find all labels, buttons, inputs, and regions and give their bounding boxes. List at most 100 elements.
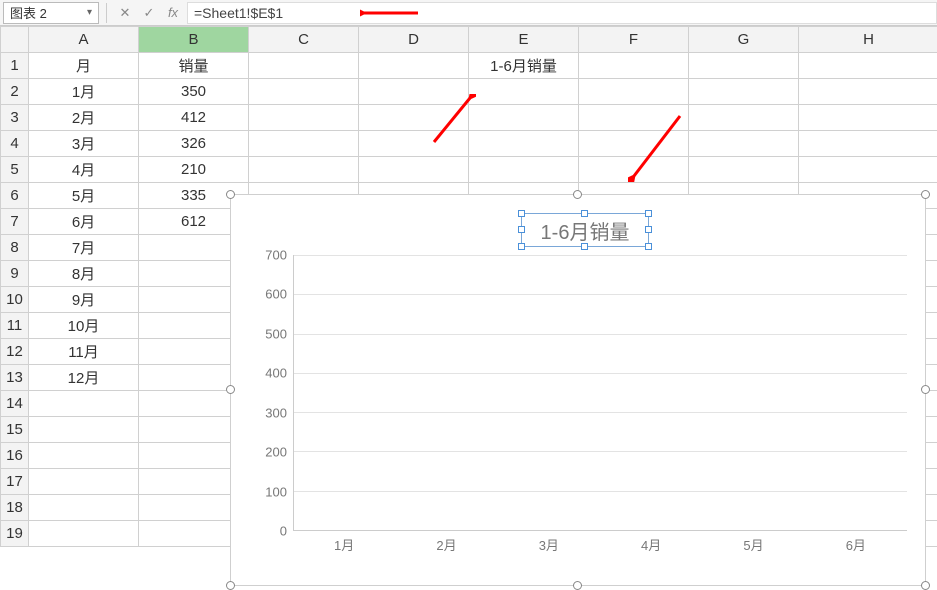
cell-C2[interactable] bbox=[249, 79, 359, 105]
fx-icon[interactable]: fx bbox=[163, 5, 183, 20]
column-header-F[interactable]: F bbox=[579, 27, 689, 53]
cell-A12[interactable]: 11月 bbox=[29, 339, 139, 365]
row-header-10[interactable]: 10 bbox=[1, 287, 29, 313]
column-header-B[interactable]: B bbox=[139, 27, 249, 53]
resize-handle-se[interactable] bbox=[921, 581, 930, 590]
cell-A14[interactable] bbox=[29, 391, 139, 417]
spreadsheet-grid[interactable]: ABCDEFGH1月销量1-6月销量21月35032月41243月32654月2… bbox=[0, 26, 937, 547]
title-handle-sw[interactable] bbox=[518, 243, 525, 250]
row-header-6[interactable]: 6 bbox=[1, 183, 29, 209]
row-header-8[interactable]: 8 bbox=[1, 235, 29, 261]
cell-A18[interactable] bbox=[29, 495, 139, 521]
cell-H5[interactable] bbox=[799, 157, 937, 183]
cell-E5[interactable] bbox=[469, 157, 579, 183]
column-header-C[interactable]: C bbox=[249, 27, 359, 53]
cell-H3[interactable] bbox=[799, 105, 937, 131]
cell-C3[interactable] bbox=[249, 105, 359, 131]
cell-A19[interactable] bbox=[29, 521, 139, 547]
cell-C4[interactable] bbox=[249, 131, 359, 157]
title-handle-s[interactable] bbox=[581, 243, 588, 250]
column-header-D[interactable]: D bbox=[359, 27, 469, 53]
formula-input[interactable]: =Sheet1!$E$1 bbox=[187, 2, 937, 24]
cell-B2[interactable]: 350 bbox=[139, 79, 249, 105]
cell-D4[interactable] bbox=[359, 131, 469, 157]
row-header-18[interactable]: 18 bbox=[1, 495, 29, 521]
row-header-19[interactable]: 19 bbox=[1, 521, 29, 547]
column-header-A[interactable]: A bbox=[29, 27, 139, 53]
row-header-11[interactable]: 11 bbox=[1, 313, 29, 339]
cell-A17[interactable] bbox=[29, 469, 139, 495]
resize-handle-sw[interactable] bbox=[226, 581, 235, 590]
title-handle-e[interactable] bbox=[645, 226, 652, 233]
dropdown-icon[interactable]: ▾ bbox=[87, 7, 92, 18]
resize-handle-nw[interactable] bbox=[226, 190, 235, 199]
row-header-3[interactable]: 3 bbox=[1, 105, 29, 131]
cell-G2[interactable] bbox=[689, 79, 799, 105]
title-handle-nw[interactable] bbox=[518, 210, 525, 217]
row-header-1[interactable]: 1 bbox=[1, 53, 29, 79]
title-handle-se[interactable] bbox=[645, 243, 652, 250]
cell-H1[interactable] bbox=[799, 53, 937, 79]
title-handle-w[interactable] bbox=[518, 226, 525, 233]
cell-A2[interactable]: 1月 bbox=[29, 79, 139, 105]
cell-E2[interactable] bbox=[469, 79, 579, 105]
cell-D5[interactable] bbox=[359, 157, 469, 183]
resize-handle-e[interactable] bbox=[921, 385, 930, 394]
cell-A4[interactable]: 3月 bbox=[29, 131, 139, 157]
cell-D3[interactable] bbox=[359, 105, 469, 131]
resize-handle-w[interactable] bbox=[226, 385, 235, 394]
cell-A6[interactable]: 5月 bbox=[29, 183, 139, 209]
cell-D1[interactable] bbox=[359, 53, 469, 79]
column-header-G[interactable]: G bbox=[689, 27, 799, 53]
row-header-17[interactable]: 17 bbox=[1, 469, 29, 495]
cell-F3[interactable] bbox=[579, 105, 689, 131]
row-header-15[interactable]: 15 bbox=[1, 417, 29, 443]
row-header-14[interactable]: 14 bbox=[1, 391, 29, 417]
row-header-9[interactable]: 9 bbox=[1, 261, 29, 287]
row-header-2[interactable]: 2 bbox=[1, 79, 29, 105]
cell-E1[interactable]: 1-6月销量 bbox=[469, 53, 579, 79]
row-header-7[interactable]: 7 bbox=[1, 209, 29, 235]
cell-E4[interactable] bbox=[469, 131, 579, 157]
cell-H4[interactable] bbox=[799, 131, 937, 157]
cancel-icon[interactable]: ✕ bbox=[115, 5, 135, 21]
cell-F4[interactable] bbox=[579, 131, 689, 157]
resize-handle-ne[interactable] bbox=[921, 190, 930, 199]
enter-icon[interactable]: ✓ bbox=[139, 5, 159, 21]
title-handle-n[interactable] bbox=[581, 210, 588, 217]
cell-B4[interactable]: 326 bbox=[139, 131, 249, 157]
row-header-12[interactable]: 12 bbox=[1, 339, 29, 365]
title-handle-ne[interactable] bbox=[645, 210, 652, 217]
cell-B3[interactable]: 412 bbox=[139, 105, 249, 131]
cell-F1[interactable] bbox=[579, 53, 689, 79]
cell-H2[interactable] bbox=[799, 79, 937, 105]
row-header-16[interactable]: 16 bbox=[1, 443, 29, 469]
column-header-E[interactable]: E bbox=[469, 27, 579, 53]
cell-A16[interactable] bbox=[29, 443, 139, 469]
cell-C1[interactable] bbox=[249, 53, 359, 79]
cell-C5[interactable] bbox=[249, 157, 359, 183]
cell-G1[interactable] bbox=[689, 53, 799, 79]
resize-handle-s[interactable] bbox=[573, 581, 582, 590]
cell-E3[interactable] bbox=[469, 105, 579, 131]
cell-F2[interactable] bbox=[579, 79, 689, 105]
cell-A9[interactable]: 8月 bbox=[29, 261, 139, 287]
cell-A1[interactable]: 月 bbox=[29, 53, 139, 79]
cell-F5[interactable] bbox=[579, 157, 689, 183]
cell-D2[interactable] bbox=[359, 79, 469, 105]
cell-A13[interactable]: 12月 bbox=[29, 365, 139, 391]
cell-A10[interactable]: 9月 bbox=[29, 287, 139, 313]
row-header-5[interactable]: 5 bbox=[1, 157, 29, 183]
cell-A3[interactable]: 2月 bbox=[29, 105, 139, 131]
cell-A15[interactable] bbox=[29, 417, 139, 443]
chart-title[interactable]: 1-6月销量 bbox=[521, 213, 649, 247]
cell-G3[interactable] bbox=[689, 105, 799, 131]
plot-area[interactable]: 0100200300400500600700 1月2月3月4月5月6月 bbox=[249, 255, 907, 555]
cell-A5[interactable]: 4月 bbox=[29, 157, 139, 183]
select-all-cell[interactable] bbox=[1, 27, 29, 53]
cell-B5[interactable]: 210 bbox=[139, 157, 249, 183]
column-header-H[interactable]: H bbox=[799, 27, 937, 53]
cell-A11[interactable]: 10月 bbox=[29, 313, 139, 339]
cell-A8[interactable]: 7月 bbox=[29, 235, 139, 261]
cell-G5[interactable] bbox=[689, 157, 799, 183]
